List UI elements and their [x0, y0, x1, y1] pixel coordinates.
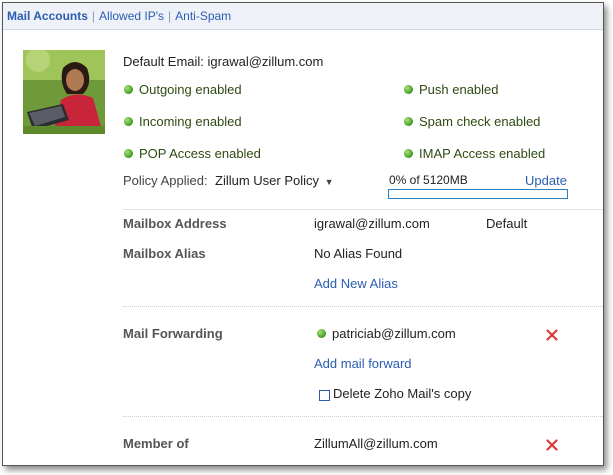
mailbox-alias-value: No Alias Found — [314, 246, 403, 261]
chevron-down-icon: ▼ — [324, 177, 334, 187]
mailbox-alias-label: Mailbox Alias — [123, 246, 206, 261]
status-spam-text: Spam check enabled — [419, 114, 541, 129]
default-tag: Default — [486, 216, 528, 231]
forward-address-row: patriciab@zillum.com — [317, 326, 456, 341]
delete-copy-label: Delete Zoho Mail's copy — [333, 386, 472, 401]
status-imap-text: IMAP Access enabled — [419, 146, 546, 161]
default-email-row: Default Email: igrawal@zillum.com — [123, 54, 323, 69]
user-photo — [23, 50, 105, 134]
status-dot-icon — [404, 85, 413, 94]
member-of-label: Member of — [123, 436, 189, 451]
tab-separator: | — [91, 9, 96, 23]
mailbox-address-value: igrawal@zillum.com — [314, 216, 430, 231]
mailbox-address-label: Mailbox Address — [123, 216, 227, 231]
tab-separator: | — [168, 9, 172, 23]
member-group-value: ZillumAll@zillum.com — [314, 436, 438, 451]
policy-label: Policy Applied: — [123, 173, 208, 188]
mail-forwarding-label: Mail Forwarding — [123, 326, 223, 341]
status-push-text: Push enabled — [419, 82, 499, 97]
storage-usage-text: 0% of 5120MB — [389, 173, 468, 187]
status-incoming: Incoming enabled — [124, 114, 242, 129]
tab-mail-accounts[interactable]: Mail Accounts — [7, 9, 88, 23]
storage-progress-bar — [388, 189, 568, 199]
avatar — [23, 50, 105, 134]
status-incoming-text: Incoming enabled — [139, 114, 242, 129]
status-outgoing-text: Outgoing enabled — [139, 82, 242, 97]
status-dot-icon — [404, 117, 413, 126]
update-link[interactable]: Update — [525, 173, 567, 188]
default-email-value: igrawal@zillum.com — [207, 54, 324, 69]
status-imap: IMAP Access enabled — [404, 146, 545, 161]
default-email-label: Default Email: — [123, 54, 204, 69]
policy-dropdown[interactable]: Zillum User Policy ▼ — [215, 173, 334, 188]
status-spam: Spam check enabled — [404, 114, 540, 129]
status-dot-icon — [404, 149, 413, 158]
status-pop-text: POP Access enabled — [139, 146, 261, 161]
status-dot-icon — [124, 117, 133, 126]
status-dot-icon — [124, 149, 133, 158]
mail-accounts-panel: Mail Accounts | Allowed IP's | Anti-Spam Def… — [2, 2, 604, 466]
add-alias-link[interactable]: Add New Alias — [314, 276, 398, 291]
divider — [123, 209, 603, 210]
status-push: Push enabled — [404, 82, 499, 97]
policy-value: Zillum User Policy — [215, 173, 320, 188]
add-mail-forward-link[interactable]: Add mail forward — [314, 356, 412, 371]
status-outgoing: Outgoing enabled — [124, 82, 242, 97]
status-pop: POP Access enabled — [124, 146, 261, 161]
divider — [123, 306, 603, 307]
tab-anti-spam[interactable]: Anti-Spam — [175, 9, 231, 23]
delete-copy-checkbox[interactable] — [319, 390, 330, 401]
tab-bar: Mail Accounts | Allowed IP's | Anti-Spam — [3, 3, 603, 30]
remove-forward-icon[interactable] — [546, 329, 558, 341]
remove-member-icon[interactable] — [546, 439, 558, 451]
tab-allowed-ips[interactable]: Allowed IP's — [99, 9, 164, 23]
divider — [123, 416, 603, 417]
forward-address-value: patriciab@zillum.com — [332, 326, 456, 341]
status-dot-icon — [317, 329, 326, 338]
status-dot-icon — [124, 85, 133, 94]
